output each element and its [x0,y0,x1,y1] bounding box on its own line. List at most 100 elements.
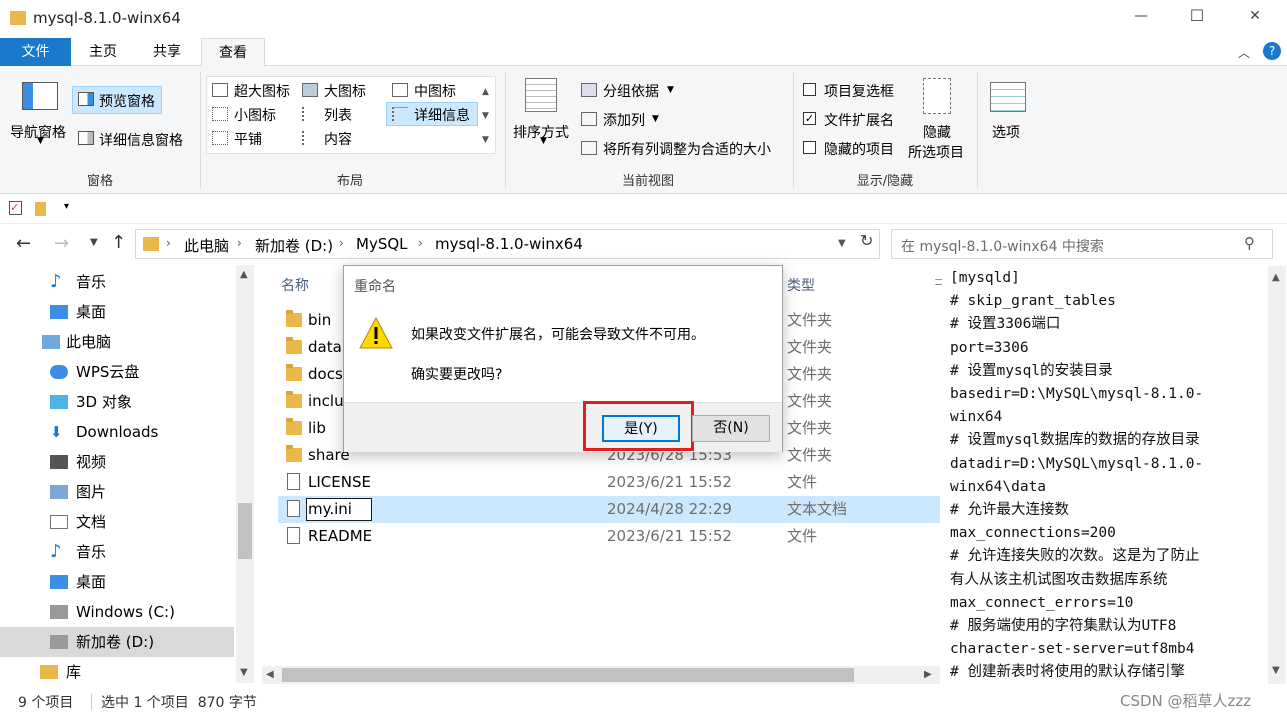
sidebar-item-2[interactable]: 此电脑 [0,327,234,357]
sidebar-item-4[interactable]: 3D 对象 [0,387,234,417]
sidebar-item-label: 视频 [76,453,107,471]
up-arrow-icon[interactable]: ↑ [111,232,126,253]
hidden-items-label[interactable]: 隐藏的项目 [824,139,894,159]
breadcrumb-drive-d[interactable]: 新加卷 (D:) [255,235,333,256]
fit-columns-icon [581,141,597,155]
sidebar-item-9[interactable]: ♪ 音乐 [0,537,234,567]
scroll-up-icon[interactable]: ▲ [240,269,248,280]
details-pane-button[interactable]: 详细信息窗格 [99,130,183,150]
quick-access-toolbar: ✓ ▾ [0,194,1287,224]
new-folder-icon[interactable] [35,202,46,216]
file-extensions-checkbox[interactable]: ✓ [803,112,816,125]
hidden-items-checkbox[interactable] [803,141,816,154]
music-icon: ♪ [50,271,62,292]
file-type: 文本文档 [787,500,848,518]
scroll-up-icon[interactable]: ▲ [1272,272,1280,283]
maximize-button[interactable]: ☐ [1182,6,1212,25]
minimize-button[interactable]: — [1126,8,1156,24]
column-header-type[interactable]: 类型 [787,275,815,295]
chevron-down-icon: ▼ [540,136,547,146]
no-button[interactable]: 否(N) [692,415,770,442]
chevron-up-icon[interactable]: ︿ [1238,44,1250,61]
scroll-right-icon[interactable]: ▶ [924,669,932,680]
file-row-license[interactable]: LICENSE 2023/6/21 15:52 文件 [278,469,940,496]
breadcrumb-mysql[interactable]: MySQL [356,235,408,253]
back-arrow-icon[interactable]: ← [16,233,31,254]
search-input[interactable]: 在 mysql-8.1.0-winx64 中搜索 ⚲ [891,229,1273,259]
yes-button[interactable]: 是(Y) [602,415,680,442]
chevron-down-icon[interactable]: ▼ [838,238,846,249]
file-row-my-ini[interactable]: my.ini 2024/4/28 22:29 文本文档 [278,496,940,523]
sidebar-item-7[interactable]: 图片 [0,477,234,507]
preview-line: max_connect_errors=10 [950,594,1134,611]
horizontal-scrollbar-thumb[interactable] [282,668,854,682]
preview-scrollbar[interactable] [1268,266,1286,684]
group-by-button[interactable]: 分组依据 [603,81,659,101]
hide-selected-label-1[interactable]: 隐藏 [923,122,951,142]
scroll-down-icon[interactable]: ▼ [240,667,248,678]
sidebar-item-5[interactable]: ⬇ Downloads [0,417,234,447]
preview-line: winx64\data [950,478,1047,495]
file-name: data [308,338,342,356]
sidebar-item-3[interactable]: WPS云盘 [0,357,234,387]
properties-icon[interactable]: ✓ [9,201,22,215]
rename-input[interactable]: my.ini [306,498,372,521]
tiles-icon [212,131,228,145]
layout-content[interactable]: 内容 [324,129,352,149]
breadcrumb-separator-icon: › [418,236,423,250]
file-row-readme[interactable]: README 2023/6/21 15:52 文件 [278,523,940,550]
sidebar-item-label: 文档 [76,513,107,531]
address-bar[interactable]: › 此电脑 › 新加卷 (D:) › MySQL › mysql-8.1.0-w… [135,229,880,259]
chevron-down-icon: ▼ [37,136,44,146]
refresh-icon[interactable]: ↻ [860,231,880,255]
layout-large-icons[interactable]: 大图标 [324,81,366,101]
item-checkboxes-checkbox[interactable] [803,83,816,96]
recent-locations-icon[interactable]: ▼ [90,237,98,248]
layout-list[interactable]: 列表 [324,105,352,125]
tab-home[interactable]: 主页 [76,38,130,66]
ribbon: 导航窗格 ▼ 预览窗格 详细信息窗格 窗格 超大图标 大图标 中图标 小图标 列… [0,66,1287,194]
preview-line: port=3306 [950,339,1029,356]
file-extensions-label[interactable]: 文件扩展名 [824,110,894,130]
sidebar-item-13[interactable]: 库 [0,657,234,687]
sidebar-item-1[interactable]: 桌面 [0,297,234,327]
sidebar-item-label: WPS云盘 [76,363,140,381]
close-button[interactable]: ✕ [1240,8,1270,24]
sidebar-item-12[interactable]: 新加卷 (D:) [0,627,234,657]
forward-arrow-icon[interactable]: → [54,233,69,254]
fit-columns-button[interactable]: 将所有列调整为合适的大小 [603,139,771,159]
file-type: 文件夹 [787,311,833,329]
sidebar-item-0[interactable]: ♪ 音乐 [0,267,234,297]
preview-pane-label: 预览窗格 [99,94,155,110]
options-button[interactable]: 选项 [992,122,1020,142]
sidebar-item-8[interactable]: 文档 [0,507,234,537]
scroll-left-icon[interactable]: ◀ [266,669,274,680]
tab-file[interactable]: 文件 [0,38,71,66]
scroll-down-icon[interactable]: ▼ [1272,665,1280,676]
add-column-button[interactable]: 添加列 [603,110,645,130]
layout-tiles[interactable]: 平铺 [234,129,262,149]
ribbon-separator [505,72,506,188]
layout-medium-icons[interactable]: 中图标 [414,81,456,101]
sidebar-item-11[interactable]: Windows (C:) [0,597,234,627]
hide-selected-label-2[interactable]: 所选项目 [908,142,964,162]
customize-qat-icon[interactable]: ▾ [64,201,69,212]
tab-share[interactable]: 共享 [140,38,194,66]
selected-info: 选中 1 个项目 870 字节 [101,695,257,711]
layout-extra-large-icons[interactable]: 超大图标 [234,81,290,101]
breadcrumb-current[interactable]: mysql-8.1.0-winx64 [435,235,583,253]
chevron-down-icon: ▼ [667,85,674,95]
sidebar-item-6[interactable]: 视频 [0,447,234,477]
help-icon[interactable]: ? [1263,42,1281,60]
column-header-name[interactable]: 名称 [281,275,309,295]
file-name: README [308,527,373,545]
layout-small-icons[interactable]: 小图标 [234,105,276,125]
gallery-scroll-icon[interactable]: ▲ ▼ ▼ [482,80,489,152]
nav-scrollbar-thumb[interactable] [238,503,252,559]
breadcrumb-this-pc[interactable]: 此电脑 [184,235,229,256]
sidebar-item-10[interactable]: 桌面 [0,567,234,597]
documents-icon [50,515,68,529]
tab-view[interactable]: 查看 [201,38,265,67]
nav-scrollbar[interactable] [236,265,254,683]
item-checkboxes-label[interactable]: 项目复选框 [824,81,894,101]
